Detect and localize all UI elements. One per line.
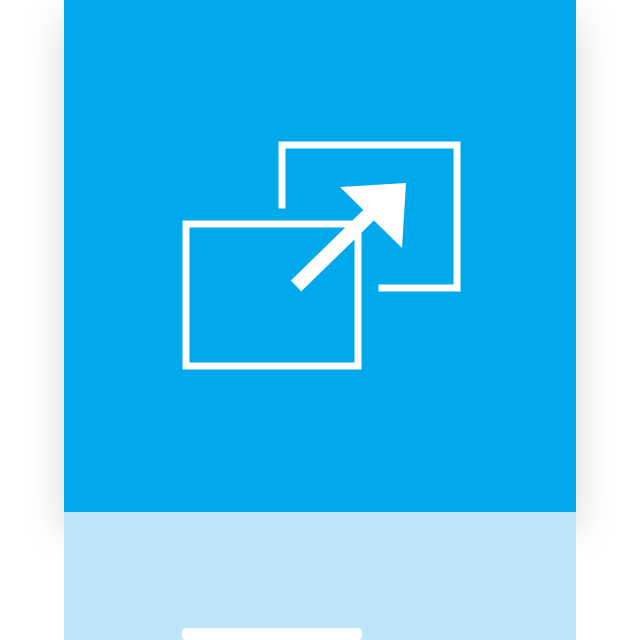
switch-window-icon [64, 0, 576, 512]
reflection-background [64, 512, 576, 640]
app-tile[interactable] [64, 0, 576, 512]
app-tile-container [0, 0, 640, 640]
reflection-window-edge [182, 628, 362, 640]
tile-reflection [64, 512, 576, 640]
